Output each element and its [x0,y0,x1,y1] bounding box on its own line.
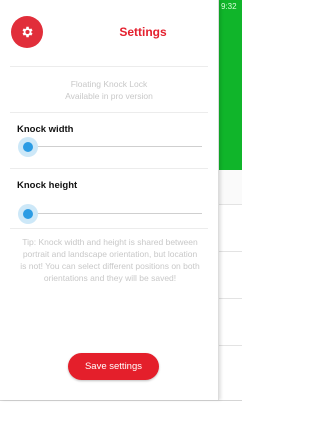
save-settings-button[interactable]: Save settings [68,353,159,380]
background-list-row[interactable] [218,205,242,251]
divider [10,228,208,229]
tip-text: Tip: Knock width and height is shared be… [20,237,200,283]
screen: 9:32 Settings Floating Knock Lock Availa… [0,0,242,425]
page-title: Settings [119,25,167,39]
knock-width-label: Knock width [17,124,74,135]
background-list-row[interactable] [218,299,242,345]
gear-icon [22,26,33,38]
knock-width-slider-track[interactable] [28,146,202,147]
pro-version-note: Floating Knock Lock Available in pro ver… [20,78,198,102]
knock-height-slider-thumb[interactable] [23,209,33,219]
background-row-divider [218,345,242,346]
divider [10,66,208,67]
knock-height-slider-track[interactable] [28,213,202,214]
knock-width-slider[interactable] [18,137,202,157]
knock-height-slider[interactable] [18,204,202,224]
status-bar-time: 9:32 [221,2,237,11]
pro-feature-name: Floating Knock Lock [70,79,148,89]
background-app-header [218,0,242,170]
settings-header: Settings [0,0,218,66]
navigation-bar-divider [0,400,242,401]
divider [10,168,208,169]
knock-height-label: Knock height [17,180,78,191]
divider [10,112,208,113]
knock-width-slider-thumb[interactable] [23,142,33,152]
pro-availability-text: Available in pro version [65,91,153,101]
background-list-row[interactable] [218,252,242,298]
background-list-row[interactable] [218,170,242,204]
settings-gear-button[interactable] [11,16,43,48]
settings-panel: Settings Floating Knock Lock Available i… [0,0,219,400]
